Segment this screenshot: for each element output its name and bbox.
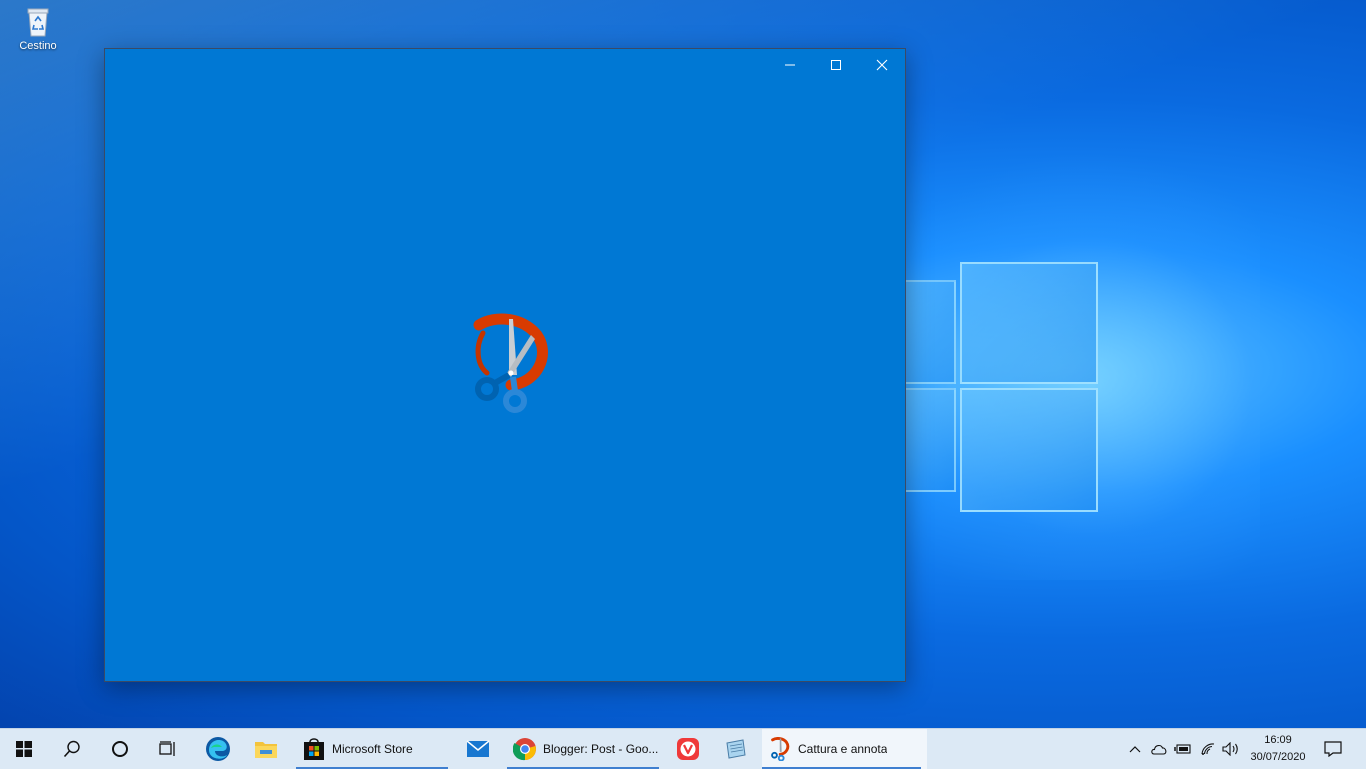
taskbar: Microsoft Store Blogger: Post - Goo... C…	[0, 728, 1366, 769]
taskbar-app-label: Blogger: Post - Goo...	[543, 742, 659, 756]
taskbar-edge[interactable]	[194, 729, 242, 769]
taskbar-app-notepad[interactable]	[712, 729, 760, 769]
taskbar-app-microsoft-store[interactable]: Microsoft Store	[296, 729, 454, 769]
desktop-icon-recycle-bin[interactable]: Cestino	[10, 6, 66, 52]
notification-icon	[1324, 741, 1342, 757]
taskbar-explorer[interactable]	[242, 729, 290, 769]
tray-onedrive[interactable]	[1148, 729, 1170, 769]
taskbar-app-chrome[interactable]: Blogger: Post - Goo...	[507, 729, 665, 769]
task-view-icon	[159, 741, 175, 756]
recycle-bin-icon	[27, 8, 49, 37]
store-icon	[304, 738, 324, 760]
taskbar-app-mail[interactable]	[454, 729, 502, 769]
search-button[interactable]	[48, 729, 96, 769]
splash-logo	[465, 313, 555, 418]
onedrive-icon	[1151, 744, 1167, 755]
search-icon	[63, 740, 80, 758]
battery-icon	[1174, 744, 1191, 754]
notepad-icon	[726, 739, 746, 759]
maximize-button[interactable]	[813, 49, 859, 81]
vivaldi-icon	[677, 738, 699, 760]
desktop: Cestino	[0, 0, 1366, 728]
snip-sketch-window[interactable]	[104, 48, 906, 682]
chevron-up-icon	[1129, 746, 1141, 753]
tray-battery[interactable]	[1172, 729, 1194, 769]
task-view-button[interactable]	[144, 729, 192, 769]
tray-network[interactable]	[1196, 729, 1220, 769]
taskbar-app-label: Microsoft Store	[332, 742, 413, 756]
close-icon	[876, 59, 888, 71]
tray-overflow-button[interactable]	[1124, 729, 1146, 769]
maximize-icon	[831, 60, 841, 70]
start-button[interactable]	[0, 729, 48, 769]
close-button[interactable]	[859, 49, 905, 81]
cortana-button[interactable]	[96, 729, 144, 769]
action-center-button[interactable]	[1318, 729, 1348, 769]
windows-start-icon	[16, 741, 32, 757]
taskbar-app-vivaldi[interactable]	[664, 729, 712, 769]
chrome-icon	[513, 738, 536, 761]
tray-clock[interactable]: 16:09 30/07/2020	[1246, 732, 1310, 766]
clock-time: 16:09	[1264, 734, 1292, 746]
taskbar-app-snip-sketch[interactable]: Cattura e annota	[762, 729, 927, 769]
taskbar-app-label: Cattura e annota	[798, 742, 888, 756]
tray-volume[interactable]	[1220, 729, 1242, 769]
mail-icon	[466, 740, 490, 757]
minimize-icon	[785, 64, 795, 66]
snip-sketch-icon	[771, 737, 790, 761]
folder-icon	[255, 742, 277, 758]
desktop-icon-label: Cestino	[19, 40, 57, 52]
clock-date: 30/07/2020	[1250, 751, 1306, 763]
cortana-icon	[112, 741, 128, 757]
edge-icon	[206, 737, 230, 761]
minimize-button[interactable]	[767, 49, 813, 81]
volume-icon	[1222, 742, 1238, 756]
snip-sketch-icon	[473, 313, 548, 413]
wifi-icon	[1201, 743, 1215, 755]
